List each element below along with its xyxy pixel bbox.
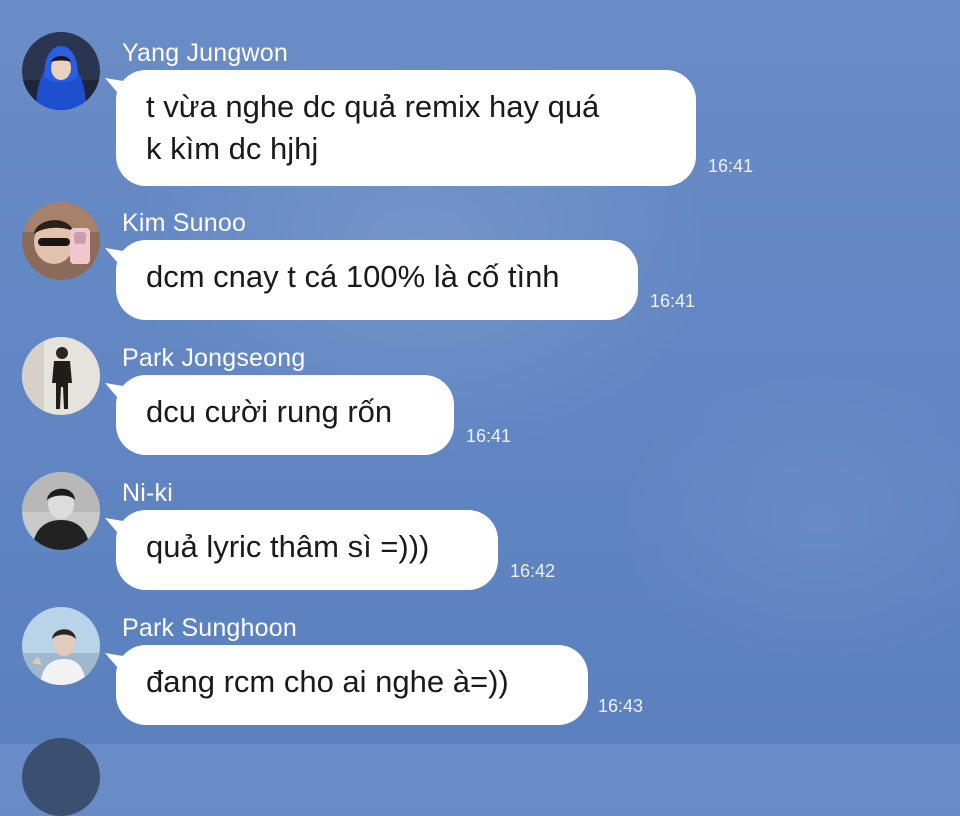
message-row: Yang Jungwon t vừa nghe dc quả remix hay… — [0, 0, 960, 190]
message-timestamp: 16:41 — [650, 291, 696, 311]
message-bubble[interactable]: đang rcm cho ai nghe à=)) — [116, 645, 588, 725]
sender-name: Park Sunghoon — [122, 614, 297, 642]
message-row: Park Jongseong dcu cười rung rốn 16:41 — [0, 335, 960, 465]
avatar-outdoor-light-icon — [22, 607, 100, 685]
sender-name: Park Jongseong — [122, 344, 306, 372]
avatar[interactable] — [22, 607, 100, 685]
message-timestamp: 16:41 — [466, 426, 512, 446]
message-bubble[interactable]: dcm cnay t cá 100% là cố tình — [116, 240, 638, 320]
message-timestamp: 16:42 — [510, 561, 556, 581]
avatar-blue-hoodie-icon — [22, 32, 100, 110]
chat-message-list[interactable]: Yang Jungwon t vừa nghe dc quả remix hay… — [0, 0, 960, 816]
sender-name: Yang Jungwon — [122, 39, 288, 67]
message-timestamp: 16:41 — [708, 156, 754, 176]
message-bubble[interactable]: quả lyric thâm sì =))) — [116, 510, 498, 590]
avatar-full-body-dark-icon — [22, 337, 100, 415]
avatar-portrait-dark-icon — [22, 472, 100, 550]
message-bubble[interactable]: t vừa nghe dc quả remix hay quá k kìm dc… — [116, 70, 696, 186]
message-bubble[interactable]: dcu cười rung rốn — [116, 375, 454, 455]
sender-name: Ni-ki — [122, 479, 173, 507]
avatar[interactable] — [22, 738, 100, 816]
message-row: Kim Sunoo dcm cnay t cá 100% là cố tình … — [0, 200, 960, 330]
sender-name: Kim Sunoo — [122, 209, 247, 237]
message-row: Ni-ki quả lyric thâm sì =))) 16:42 — [0, 470, 960, 600]
avatar[interactable] — [22, 472, 100, 550]
avatar-mirror-selfie-icon — [22, 202, 100, 280]
message-row: Park Sunghoon đang rcm cho ai nghe à=)) … — [0, 605, 960, 735]
avatar[interactable] — [22, 337, 100, 415]
avatar[interactable] — [22, 32, 100, 110]
message-timestamp: 16:43 — [598, 696, 644, 716]
avatar[interactable] — [22, 202, 100, 280]
